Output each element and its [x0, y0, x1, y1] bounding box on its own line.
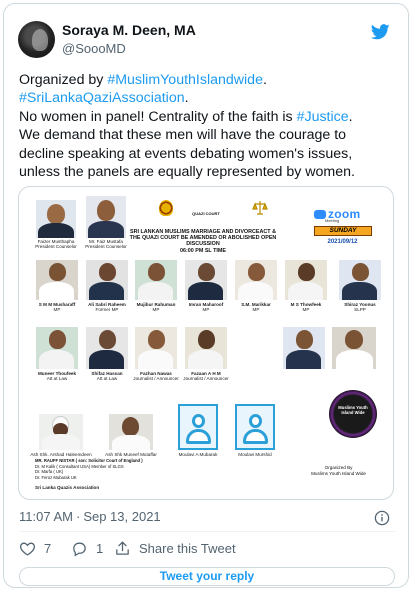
- scales-of-justice-icon: [252, 200, 268, 216]
- hashtag-link[interactable]: #MuslimYouthIslandwide: [107, 72, 263, 88]
- poster-photo-row3-6: [332, 327, 376, 369]
- meta-separator: ·: [75, 509, 81, 524]
- tweet-text-segment: decline speaking at events debating wome…: [19, 145, 353, 162]
- poster-guest-line: Dr. Feroz Mubarak UK: [35, 474, 77, 480]
- author-display-name[interactable]: Soraya M. Deen, MA: [62, 22, 196, 38]
- tweet-text-segment: .: [262, 72, 267, 88]
- zoom-meeting-label: Meeting: [325, 218, 340, 223]
- tweet-text-segment: unless the panels are equally represente…: [19, 164, 355, 181]
- poster-caption-row2-4: Imran Maharoof MP: [188, 302, 224, 312]
- tweet-text-segment: .: [348, 108, 353, 125]
- attached-image[interactable]: Faizer Musthapha President Counselor Mr. …: [18, 186, 394, 500]
- poster-photo-row4-2: [109, 414, 153, 450]
- poster-placeholder-photo-2: [235, 404, 275, 450]
- tweet-text-segment: .: [184, 90, 189, 107]
- poster-caption-top-1: Faizer Musthapha President Counselor: [35, 239, 77, 249]
- poster-caption-row2-3: Mujibur Rahuman MP: [136, 302, 176, 312]
- tweet-timestamp[interactable]: 11:07 AM · Sep 13, 2021: [19, 509, 161, 524]
- like-count: 7: [44, 541, 52, 556]
- poster-court-label: QUAZI COURT: [192, 211, 220, 216]
- hashtag-link[interactable]: #SriLankaQaziAssociation: [19, 90, 185, 106]
- poster-caption-row2-7: Shiraz Yoonus SLPP: [344, 302, 376, 312]
- poster-photo-row3-4: [185, 327, 227, 369]
- tweet-text-line: We demand that these men will have the c…: [19, 126, 403, 144]
- share-label: Share this Tweet: [139, 541, 236, 556]
- poster-caption-row3-4: Fazaan A H M Journalist / Announcer: [183, 371, 229, 381]
- poster-photo-row2-6: [285, 260, 327, 300]
- poster-photo-row3-3: [135, 327, 177, 369]
- poster-caption-row3-1: Muneer Thoufeek Att at Law: [37, 371, 77, 381]
- poster-photo-row3-2: [86, 327, 128, 369]
- zoom-day: SUNDAY: [314, 226, 372, 236]
- tweet-text-segment: We demand that these men will have the c…: [19, 127, 347, 144]
- divider: [19, 531, 395, 532]
- poster-caption-row3-6: [327, 371, 381, 376]
- event-poster: Faizer Musthapha President Counselor Mr. …: [28, 194, 386, 494]
- tweet-text-line: #SriLankaQaziAssociation.: [19, 89, 403, 107]
- zoom-date: 2021/09/12: [327, 239, 358, 245]
- author-handle[interactable]: @SoooMD: [62, 41, 126, 56]
- heart-icon: [20, 542, 35, 556]
- poster-photo-row2-4: [185, 260, 227, 300]
- poster-photo-row2-1: [36, 260, 78, 300]
- poster-caption-row4-3: Moulavi A Mubarak: [178, 452, 218, 457]
- poster-caption-row4-2: Ash Shk Muneef Mutaffar: [105, 452, 157, 457]
- zoom-badge: zoom Meeting SUNDAY 2021/09/12: [311, 205, 374, 253]
- poster-footer-guests: MR. RAUFF NISTAR ( son: Solicitor Court …: [35, 458, 143, 480]
- poster-photo-row3-1: [36, 327, 78, 369]
- poster-time: 06:00 PM SL TIME: [179, 248, 227, 254]
- hashtag-link[interactable]: #Justice: [297, 109, 349, 125]
- reply-count: 1: [96, 541, 104, 556]
- poster-caption-row4-1: Ash Shk. Arshad Haleemdeen: [30, 452, 92, 457]
- tweet-time[interactable]: 11:07 AM: [19, 509, 73, 524]
- tweet-text-segment: Organized by: [19, 72, 108, 88]
- tweet-actions: 7 1 Share this Tweet: [19, 540, 395, 560]
- tweet-text-line: unless the panels are equally represente…: [19, 163, 403, 181]
- poster-photo-row2-3: [135, 260, 177, 300]
- tweet-date[interactable]: Sep 13, 2021: [83, 509, 160, 524]
- sri-lanka-emblem-icon: [159, 200, 173, 216]
- info-icon[interactable]: [374, 510, 390, 526]
- poster-guest-line: MR. RAUFF NISTAR ( son: Solicitor Court …: [35, 458, 143, 463]
- poster-caption-row3-5: [277, 371, 331, 376]
- organizer-logo: Muslims Youth Island Wide: [329, 390, 377, 438]
- reply-action[interactable]: 1: [71, 540, 103, 557]
- tweet-card: Soraya M. Deen, MA @SoooMD Organized by …: [3, 3, 409, 588]
- poster-photo-row2-7: [339, 260, 381, 300]
- tweet-your-reply-button[interactable]: Tweet your reply: [19, 567, 395, 586]
- poster-caption-row3-2: Shifaz Hassan Att at Law: [91, 371, 123, 381]
- poster-title: SRI LANKAN MUSLIMS MARRIAGE AND DIVORCEA…: [129, 229, 277, 247]
- tweet-text: Organized by #MuslimYouthIslandwide. #Sri…: [19, 71, 403, 181]
- poster-caption-row2-1: S M M Musharaff MP: [38, 302, 76, 312]
- tweet-text-segment: No women in panel! Centrality of the fai…: [19, 108, 297, 125]
- like-button[interactable]: 7: [19, 540, 51, 557]
- poster-photo-row4-1: [39, 414, 83, 450]
- tweet-text-line: decline speaking at events debating wome…: [19, 145, 403, 163]
- tweet-text-line: Organized by #MuslimYouthIslandwide.: [19, 71, 403, 89]
- poster-association: Sri Lanka Quazis Association: [35, 485, 100, 490]
- tweet-text-line: No women in panel! Centrality of the fai…: [19, 108, 403, 126]
- poster-caption-row4-4: Moulavi Murshid: [238, 452, 272, 457]
- share-icon: [116, 541, 129, 555]
- poster-organized-by: Organized By Muslims Youth Island Wide: [311, 465, 366, 476]
- poster-caption-row2-5: S.M. Marikkar MP: [241, 302, 271, 312]
- poster-photo-row3-5: [283, 327, 325, 369]
- poster-caption-row3-3: Fazhan Nawas Journalist / Announcer: [133, 371, 179, 381]
- poster-caption-row2-2: Ali Sabri Raheem Former MP: [88, 302, 126, 312]
- poster-caption-row2-6: M S Thowfeek MP: [290, 302, 322, 312]
- poster-photo-row2-5: [235, 260, 277, 300]
- share-button[interactable]: Share this Tweet: [114, 540, 236, 557]
- comment-icon: [73, 542, 86, 557]
- poster-photo-row2-2: [86, 260, 128, 300]
- poster-photo-top-1: [36, 200, 76, 238]
- poster-placeholder-photo-1: [178, 404, 218, 450]
- poster-photo-top-2: [86, 196, 126, 238]
- twitter-bird-icon[interactable]: [371, 24, 390, 40]
- avatar[interactable]: [18, 21, 55, 58]
